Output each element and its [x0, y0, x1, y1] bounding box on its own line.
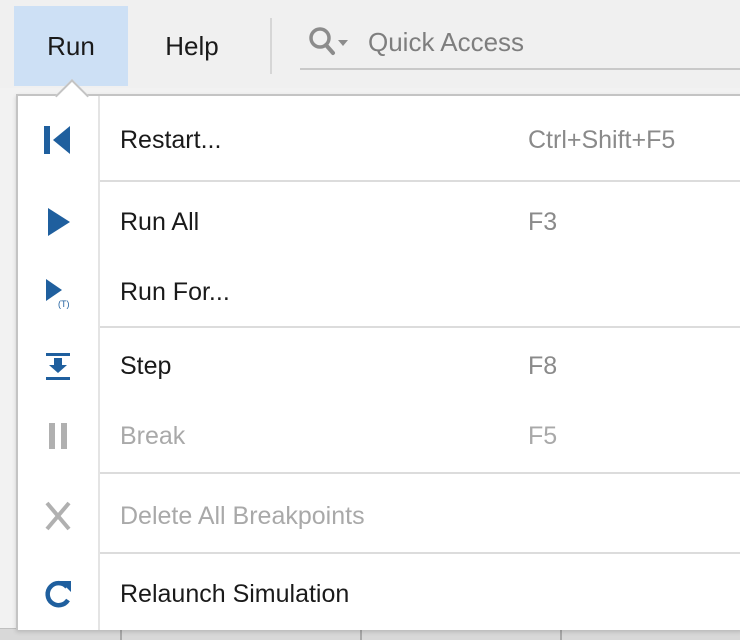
menu-item-shortcut: F8: [528, 352, 558, 380]
menu-item-break[interactable]: Break F5: [18, 402, 740, 470]
menu-item-shortcut: Ctrl+Shift+F5: [528, 126, 676, 154]
menu-separator: [100, 552, 740, 554]
menu-separator: [100, 326, 740, 328]
menu-item-label: Run For...: [120, 278, 230, 306]
pause-icon: [49, 423, 67, 449]
menu-bar: Run Help: [0, 0, 740, 88]
menu-item-relaunch-simulation[interactable]: Relaunch Simulation: [18, 560, 740, 628]
menu-item-step[interactable]: Step F8: [18, 332, 740, 400]
step-icon: [46, 353, 70, 380]
menu-item-restart[interactable]: Restart... Ctrl+Shift+F5: [18, 106, 740, 174]
panel-divider: [360, 629, 362, 640]
menu-item-label: Step: [120, 352, 172, 380]
menu-item-shortcut: F3: [528, 208, 558, 236]
quick-access-input[interactable]: [366, 16, 730, 68]
menubar-separator: [270, 18, 272, 74]
menu-run[interactable]: Run: [14, 6, 128, 86]
run-for-time-icon: (T): [46, 279, 70, 309]
run-menu-dropdown: Restart... Ctrl+Shift+F5 Run All F3 (T) …: [16, 94, 740, 630]
menu-item-label: Break: [120, 422, 186, 450]
menu-item-shortcut: F5: [528, 422, 558, 450]
menu-item-label: Relaunch Simulation: [120, 580, 350, 608]
menu-item-label: Restart...: [120, 126, 222, 154]
menu-item-run-for[interactable]: (T) Run For...: [18, 258, 740, 326]
menu-separator: [100, 180, 740, 182]
menu-item-label: Run All: [120, 208, 200, 236]
menu-separator: [100, 472, 740, 474]
relaunch-icon: [45, 580, 71, 608]
panel-divider: [560, 629, 562, 640]
quick-access[interactable]: [300, 16, 740, 70]
menu-item-run-all[interactable]: Run All F3: [18, 188, 740, 256]
delete-x-icon: [45, 501, 71, 531]
run-for-icon-text: (T): [58, 299, 70, 309]
restart-icon: [44, 126, 70, 154]
search-dropdown-icon[interactable]: [306, 24, 354, 60]
menu-help[interactable]: Help: [128, 6, 256, 86]
panel-divider: [120, 629, 122, 640]
menu-item-label: Delete All Breakpoints: [120, 502, 365, 530]
play-icon: [48, 208, 70, 236]
menu-item-delete-all-breakpoints[interactable]: Delete All Breakpoints: [18, 482, 740, 550]
